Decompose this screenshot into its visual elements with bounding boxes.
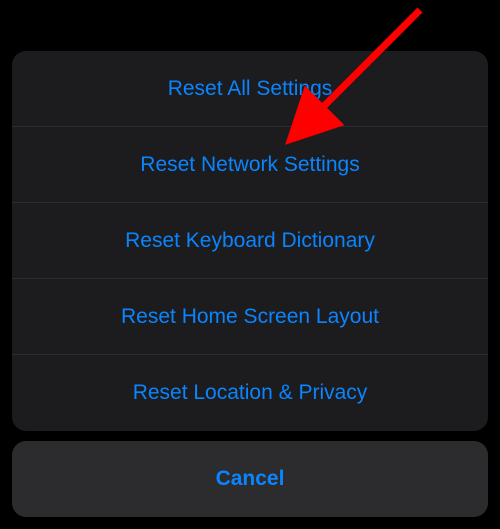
reset-home-screen-layout-button[interactable]: Reset Home Screen Layout (12, 279, 488, 355)
reset-all-settings-button[interactable]: Reset All Settings (12, 51, 488, 127)
action-sheet: Reset All Settings Reset Network Setting… (12, 51, 488, 431)
action-item-label: Reset All Settings (168, 77, 333, 101)
action-item-label: Reset Home Screen Layout (121, 305, 379, 329)
action-item-label: Reset Location & Privacy (133, 381, 368, 405)
action-item-label: Reset Keyboard Dictionary (125, 229, 375, 253)
reset-keyboard-dictionary-button[interactable]: Reset Keyboard Dictionary (12, 203, 488, 279)
reset-location-privacy-button[interactable]: Reset Location & Privacy (12, 355, 488, 431)
cancel-button[interactable]: Cancel (12, 441, 488, 517)
action-item-label: Reset Network Settings (140, 153, 359, 177)
reset-network-settings-button[interactable]: Reset Network Settings (12, 127, 488, 203)
cancel-button-label: Cancel (216, 467, 285, 491)
